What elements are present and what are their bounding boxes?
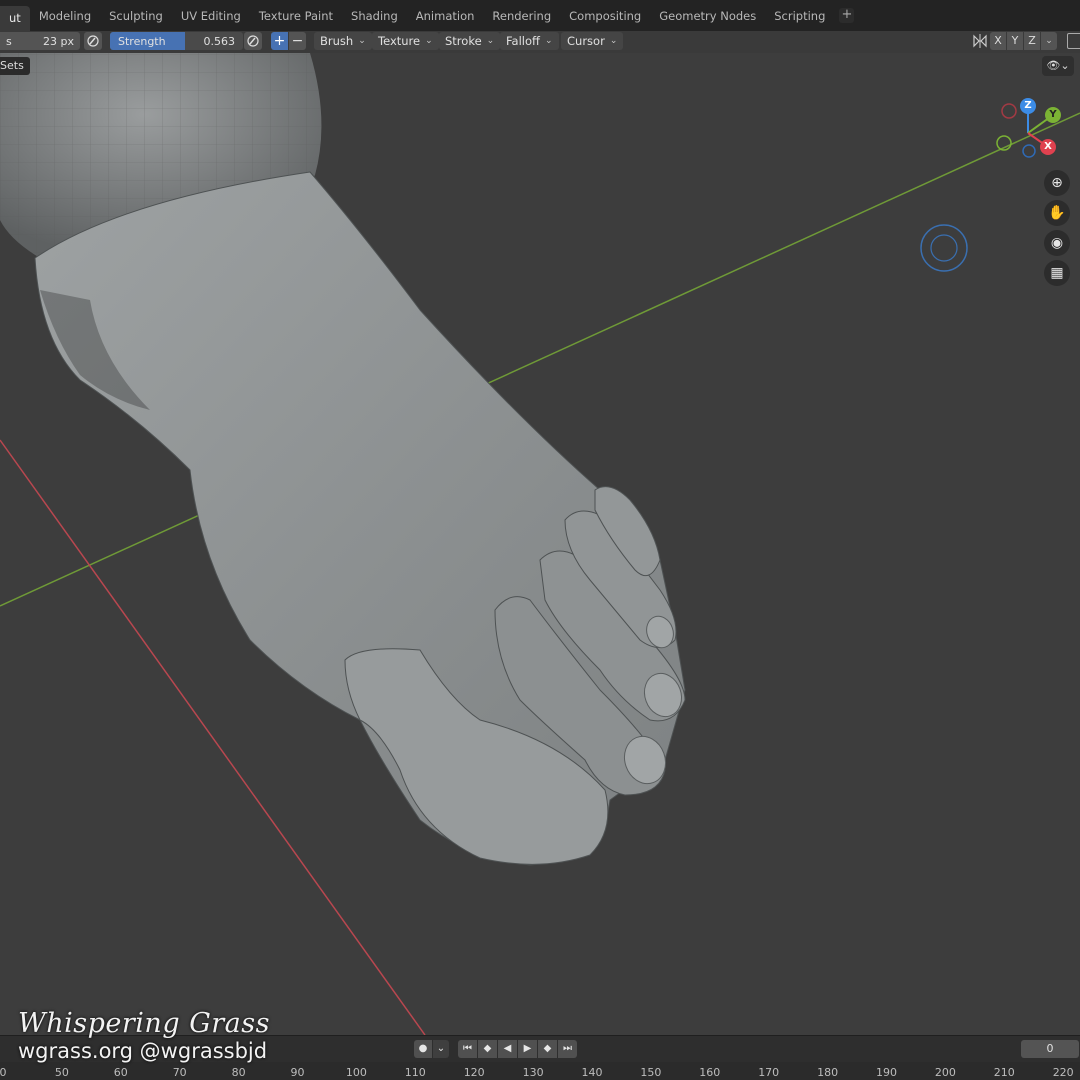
radius-label: s [6, 34, 12, 48]
direction-add-button[interactable]: + [271, 32, 288, 50]
tab-animation[interactable]: Animation [407, 4, 484, 28]
negative-z-handle[interactable] [1022, 144, 1036, 158]
ruler-tick-label: 100 [345, 1066, 367, 1079]
ruler-tick-label: 120 [463, 1066, 485, 1079]
strength-pressure-icon[interactable] [244, 32, 262, 50]
ruler-tick-label: 70 [172, 1066, 187, 1079]
chevron-down-icon: ⌄ [486, 36, 495, 46]
ruler-tick-label: 140 [581, 1066, 603, 1079]
jump-to-start-icon[interactable]: ⏮ [458, 1040, 477, 1058]
ruler-tick-label: 150 [640, 1066, 662, 1079]
watermark-title: Whispering Grass [18, 1008, 270, 1039]
ruler-tick-label: 130 [522, 1066, 544, 1079]
gizmo-y-label: Y [1049, 109, 1057, 120]
negative-y-handle[interactable] [996, 135, 1012, 151]
symmetry-y-toggle[interactable]: Y [1007, 32, 1023, 50]
ruler-tick-label: 110 [404, 1066, 426, 1079]
texture-menu[interactable]: Texture ⌄ [372, 32, 439, 50]
radius-pressure-icon[interactable] [84, 32, 102, 50]
add-workspace-button[interactable]: + [839, 8, 855, 23]
next-keyframe-icon[interactable]: ◆ [538, 1040, 557, 1058]
negative-x-handle[interactable] [1001, 103, 1017, 119]
ruler-tick-label: 80 [231, 1066, 246, 1079]
gizmo-z-label: Z [1024, 100, 1032, 111]
ruler-tick-label: 0 [0, 1066, 7, 1079]
chevron-down-icon: ⌄ [544, 36, 553, 46]
ruler-tick-label: 50 [54, 1066, 69, 1079]
symmetry-options-chevron-icon[interactable]: ⌄ [1041, 32, 1057, 50]
sculpt-scene [0, 53, 1080, 1035]
visibility-eye-icon[interactable]: 👁⌄ [1042, 56, 1074, 76]
ruler-tick-label: 210 [993, 1066, 1015, 1079]
ruler-tick-label: 170 [758, 1066, 780, 1079]
brush-menu-label: Brush [320, 34, 354, 48]
symmetry-z-toggle[interactable]: Z [1024, 32, 1040, 50]
texture-menu-label: Texture [378, 34, 421, 48]
foot-model [34, 171, 686, 866]
perspective-grid-icon[interactable]: ▦ [1044, 260, 1070, 286]
falloff-menu[interactable]: Falloff ⌄ [500, 32, 559, 50]
chevron-down-icon: ⌄ [425, 36, 433, 46]
chevron-down-icon: ⌄ [609, 36, 618, 46]
falloff-menu-label: Falloff [506, 34, 540, 48]
ruler-tick-label: 190 [876, 1066, 897, 1079]
ruler-tick-label: 60 [113, 1066, 128, 1079]
pan-hand-icon[interactable]: ✋ [1044, 200, 1070, 226]
symmetry-x-toggle[interactable]: X [990, 32, 1006, 50]
stroke-menu[interactable]: Stroke ⌄ [439, 32, 501, 50]
current-frame-field[interactable]: 0 [1021, 1040, 1079, 1058]
radius-field[interactable]: s 23 px [0, 32, 80, 50]
3d-viewport[interactable]: Z Y X ⊕ ✋ ◉ ▦ [0, 53, 1080, 1035]
workspace-tab-bar: ut Modeling Sculpting UV Editing Texture… [0, 0, 1080, 31]
cursor-menu[interactable]: Cursor ⌄ [561, 32, 624, 50]
watermark-subtitle: wgrass.org @wgrassbjd [18, 1039, 268, 1063]
play-reverse-icon[interactable]: ◀ [498, 1040, 517, 1058]
strength-label: Strength [118, 34, 166, 48]
tab-layout[interactable]: ut [0, 6, 30, 31]
camera-icon[interactable]: ◉ [1044, 230, 1070, 256]
ruler-tick-label: 200 [934, 1066, 956, 1079]
auto-keying-record-icon[interactable]: ● [414, 1040, 432, 1058]
ruler-tick-label: 90 [290, 1066, 305, 1079]
tab-uv-editing[interactable]: UV Editing [172, 4, 250, 28]
ruler-tick-label: 160 [699, 1066, 721, 1079]
tab-compositing[interactable]: Compositing [560, 4, 650, 28]
play-icon[interactable]: ▶ [518, 1040, 537, 1058]
tab-scripting[interactable]: Scripting [765, 4, 834, 28]
strength-value: 0.563 [203, 34, 236, 48]
radius-value: 23 px [43, 34, 74, 48]
jump-to-end-icon[interactable]: ⏭ [558, 1040, 577, 1058]
zoom-icon[interactable]: ⊕ [1044, 170, 1070, 196]
face-sets-menu[interactable]: Sets [0, 57, 30, 75]
brush-menu[interactable]: Brush ⌄ [314, 32, 372, 50]
ruler-tick-label: 180 [817, 1066, 839, 1079]
tab-texture-paint[interactable]: Texture Paint [250, 4, 342, 28]
symmetry-icon[interactable] [972, 33, 988, 49]
strength-slider[interactable]: Strength 0.563 [110, 32, 243, 50]
direction-subtract-button[interactable]: − [289, 32, 306, 50]
gizmo-x-label: X [1044, 141, 1052, 152]
brush-cursor [920, 224, 968, 272]
tab-rendering[interactable]: Rendering [483, 4, 560, 28]
tab-geometry-nodes[interactable]: Geometry Nodes [650, 4, 765, 28]
editor-type-icon[interactable] [1067, 33, 1080, 49]
keying-options-chevron-icon[interactable]: ⌄ [433, 1040, 449, 1058]
tab-sculpting[interactable]: Sculpting [100, 4, 172, 28]
cursor-menu-label: Cursor [567, 34, 605, 48]
stroke-menu-label: Stroke [445, 34, 482, 48]
ruler-tick-label: 220 [1052, 1066, 1074, 1079]
tab-modeling[interactable]: Modeling [30, 4, 100, 28]
tab-shading[interactable]: Shading [342, 4, 407, 28]
chevron-down-icon: ⌄ [358, 36, 366, 46]
previous-keyframe-icon[interactable]: ◆ [478, 1040, 497, 1058]
